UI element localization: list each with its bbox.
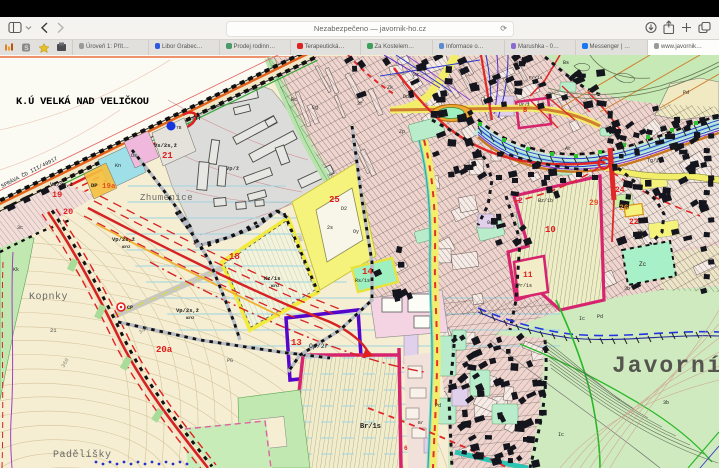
- svg-text:18: 18: [229, 252, 240, 262]
- svg-text:Kn: Kn: [115, 163, 121, 169]
- svg-text:3c: 3c: [17, 225, 23, 231]
- svg-text:Ic: Ic: [579, 316, 585, 322]
- svg-text:Zp: Zp: [399, 129, 405, 135]
- svg-text:26: 26: [619, 204, 629, 213]
- svg-text:CP: CP: [127, 305, 133, 311]
- svg-text:8: 8: [523, 107, 527, 115]
- svg-text:DP: DP: [91, 182, 98, 189]
- svg-text:Pr/1s: Pr/1s: [529, 75, 543, 81]
- svg-text:Bc: Bc: [291, 97, 297, 103]
- svg-text:21: 21: [50, 327, 57, 334]
- svg-text:3b: 3b: [663, 400, 669, 406]
- svg-text:7B: 7B: [176, 125, 182, 131]
- svg-text:Bz/1b: Bz/1b: [538, 198, 553, 204]
- svg-text:Pd: Pd: [435, 403, 441, 409]
- svg-text:19: 19: [52, 190, 62, 200]
- svg-text:TT: TT: [195, 116, 201, 122]
- svg-text:Zb: Zb: [637, 229, 643, 235]
- svg-text:Zhumenice: Zhumenice: [140, 193, 193, 203]
- svg-text:Ar: Ar: [565, 146, 571, 152]
- svg-text:21: 21: [162, 151, 173, 161]
- svg-text:Kz/1s: Kz/1s: [264, 275, 281, 282]
- svg-text:Zc: Zc: [639, 261, 647, 268]
- svg-text:Vs/2s,ž: Vs/2s,ž: [50, 181, 73, 188]
- svg-text:Bs: Bs: [563, 60, 569, 66]
- svg-text:Pd: Pd: [597, 314, 603, 320]
- svg-text:Bz: Bz: [671, 144, 677, 150]
- svg-text:Pr/1s: Pr/1s: [517, 283, 532, 289]
- svg-text:29: 29: [589, 199, 599, 208]
- svg-text:0a: 0a: [487, 220, 493, 226]
- svg-text:Vp/ž: Vp/ž: [226, 165, 239, 172]
- svg-text:20: 20: [63, 207, 73, 217]
- svg-text:Op/2r: Op/2r: [309, 343, 329, 350]
- svg-text:10: 10: [545, 225, 556, 235]
- svg-text:25: 25: [329, 195, 340, 205]
- svg-text:Kk: Kk: [13, 267, 19, 273]
- svg-text:22: 22: [629, 218, 639, 227]
- svg-text:Dd: Dd: [403, 94, 409, 100]
- svg-text:Oy: Oy: [353, 229, 359, 235]
- svg-text:Br/1s: Br/1s: [360, 423, 381, 431]
- svg-text:20a: 20a: [156, 345, 173, 355]
- svg-text:11: 11: [523, 271, 533, 280]
- svg-text:14: 14: [362, 267, 373, 277]
- svg-text:Zk: Zk: [387, 85, 393, 91]
- svg-text:19a: 19a: [102, 183, 116, 191]
- svg-text:3b: 3b: [624, 286, 630, 292]
- svg-text:Kopnky: Kopnky: [29, 291, 68, 303]
- svg-text:3z: 3z: [413, 72, 419, 78]
- svg-text:24: 24: [615, 186, 625, 195]
- svg-text:Vp/2s,ž: Vp/2s,ž: [176, 307, 199, 314]
- svg-text:S: S: [24, 45, 29, 52]
- svg-text:Pd: Pd: [683, 90, 689, 96]
- svg-text:Padělíšky: Padělíšky: [53, 449, 112, 461]
- svg-text:Tg/ž: Tg/ž: [647, 158, 659, 164]
- svg-text:Zs: Zs: [443, 112, 449, 118]
- svg-text:6: 6: [404, 445, 408, 452]
- svg-text:2s: 2s: [327, 225, 333, 231]
- svg-text:Vs/2s,ž: Vs/2s,ž: [154, 142, 177, 149]
- svg-text:Br: Br: [418, 420, 424, 426]
- svg-text:Vp/2s,ž: Vp/2s,ž: [112, 236, 135, 243]
- svg-text:13: 13: [291, 338, 302, 348]
- svg-text:WXYZ: WXYZ: [271, 285, 279, 289]
- svg-text:WXYZ: WXYZ: [122, 246, 130, 250]
- svg-text:Ic: Ic: [558, 432, 564, 438]
- svg-text:K.Ú VELKÁ NAD VELIČKOU: K.Ú VELKÁ NAD VELIČKOU: [16, 94, 149, 108]
- svg-text:Os: Os: [131, 153, 137, 159]
- svg-text:Ur/ž: Ur/ž: [519, 102, 530, 108]
- svg-text:D2: D2: [341, 206, 347, 212]
- svg-text:WXYZ: WXYZ: [186, 317, 194, 321]
- svg-text:Cg: Cg: [312, 105, 318, 111]
- svg-text:Rs/1s: Rs/1s: [355, 278, 370, 284]
- svg-text:Javorní: Javorní: [612, 353, 719, 379]
- svg-text:PG: PG: [227, 358, 233, 364]
- svg-text:Bt: Bt: [607, 110, 613, 116]
- svg-text:3r: 3r: [357, 101, 363, 107]
- svg-text:3p: 3p: [463, 164, 471, 171]
- svg-text:2: 2: [518, 197, 523, 206]
